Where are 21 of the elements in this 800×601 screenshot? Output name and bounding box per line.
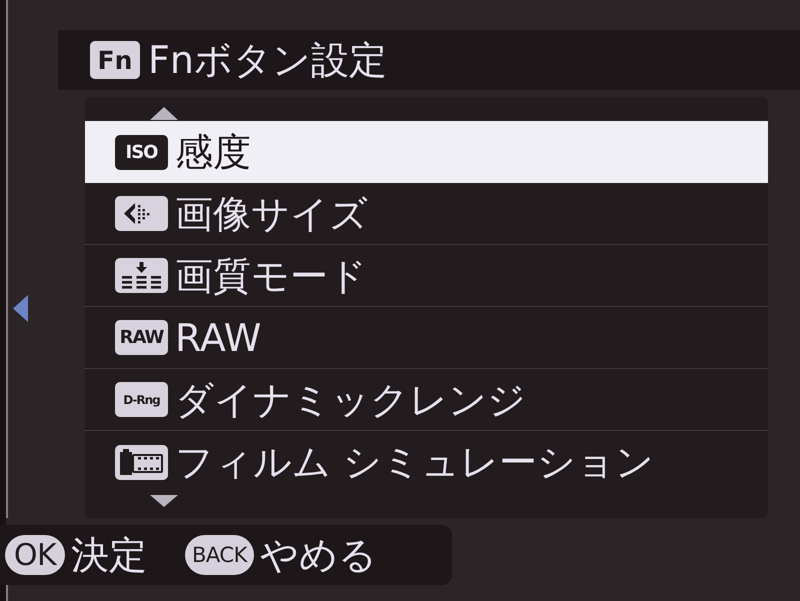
key-badge: BACK (185, 535, 254, 575)
menu-item[interactable]: 画質モード (85, 245, 768, 307)
key-hint-text: 決定 (71, 536, 147, 574)
menu-item[interactable]: フィルム シミュレーション (85, 431, 768, 493)
key-hint-text: やめる (260, 536, 377, 574)
down-triangle-icon (150, 495, 178, 507)
arrow-down-lines-icon (115, 258, 168, 293)
menu-item[interactable]: D-Rng ダイナミックレンジ (85, 369, 768, 431)
menu-item[interactable]: 画像サイズ (85, 183, 768, 245)
up-triangle-icon (150, 107, 178, 120)
arrow-dots-icon (115, 196, 168, 231)
film-canister-icon (115, 444, 168, 480)
key-badge: OK (5, 535, 65, 575)
menu-item[interactable]: ISO 感度 (85, 121, 768, 183)
menu-title: Fnボタン設定 (148, 41, 387, 79)
left-triangle-icon (13, 295, 28, 322)
fn-badge: Fn (90, 41, 140, 79)
setting-badge: D-Rng (115, 382, 168, 417)
setting-badge: RAW (115, 320, 168, 355)
setting-badge: ISO (115, 134, 168, 170)
menu-item[interactable]: RAW RAW (85, 307, 768, 369)
